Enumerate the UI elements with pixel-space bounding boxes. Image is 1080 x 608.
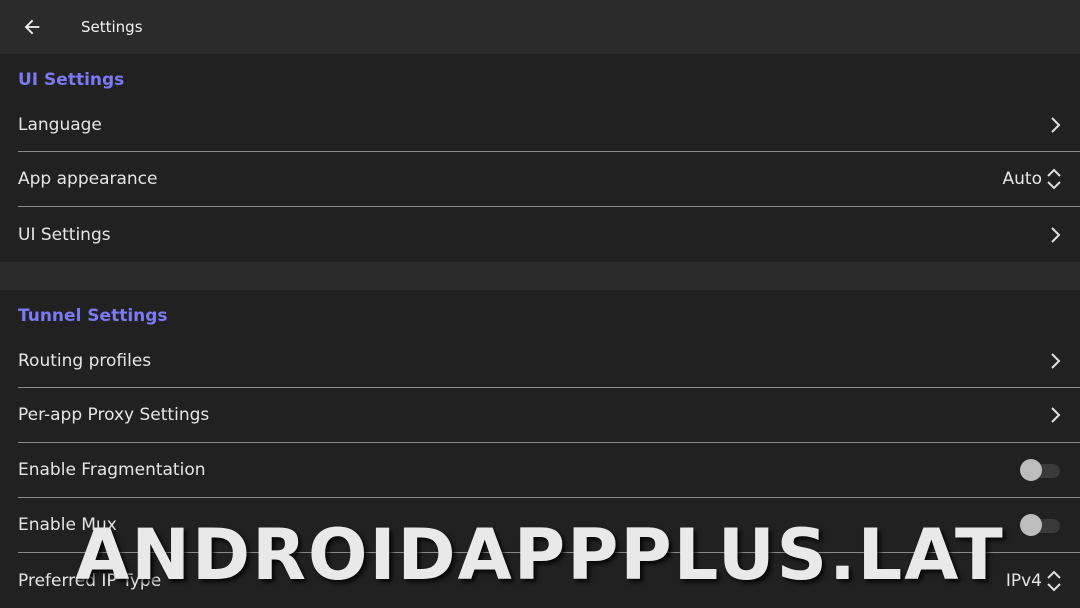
tunnel-settings-section: Tunnel Settings Routing profiles Per-app… bbox=[0, 290, 1080, 608]
chevron-up-down-icon bbox=[1047, 168, 1061, 190]
settings-screen: Settings UI Settings Language App appear… bbox=[0, 0, 1080, 608]
back-button[interactable] bbox=[0, 0, 64, 54]
setting-preferred-ip-type[interactable]: Preferred IP Type IPv4 bbox=[18, 553, 1080, 608]
chevron-up-down-icon bbox=[1047, 570, 1061, 591]
setting-value: Auto bbox=[1002, 169, 1042, 189]
setting-label: UI Settings bbox=[18, 224, 111, 245]
fragmentation-toggle[interactable] bbox=[1020, 459, 1062, 481]
chevron-right-icon bbox=[1051, 407, 1061, 423]
setting-ui-settings[interactable]: UI Settings bbox=[18, 207, 1080, 262]
setting-enable-mux[interactable]: Enable Mux bbox=[18, 498, 1080, 553]
setting-label: App appearance bbox=[18, 169, 158, 189]
ui-settings-section: UI Settings Language App appearance Auto… bbox=[0, 54, 1080, 262]
setting-app-appearance[interactable]: App appearance Auto bbox=[18, 152, 1080, 207]
setting-enable-fragmentation[interactable]: Enable Fragmentation bbox=[18, 443, 1080, 498]
toggle-thumb bbox=[1020, 459, 1042, 481]
setting-label: Enable Fragmentation bbox=[18, 460, 206, 480]
setting-label: Per-app Proxy Settings bbox=[18, 405, 210, 425]
setting-value: IPv4 bbox=[1005, 570, 1042, 591]
setting-label: Enable Mux bbox=[18, 515, 117, 535]
page-title: Settings bbox=[81, 18, 143, 36]
chevron-right-icon bbox=[1051, 226, 1061, 243]
arrow-left-icon bbox=[24, 19, 40, 35]
chevron-right-icon bbox=[1051, 116, 1061, 133]
top-app-bar: Settings bbox=[0, 0, 1080, 54]
mux-toggle[interactable] bbox=[1020, 514, 1062, 536]
setting-label: Preferred IP Type bbox=[18, 570, 162, 591]
toggle-thumb bbox=[1020, 514, 1042, 536]
section-divider bbox=[0, 262, 1080, 290]
setting-per-app-proxy[interactable]: Per-app Proxy Settings bbox=[18, 388, 1080, 443]
section-header-tunnel: Tunnel Settings bbox=[18, 306, 168, 326]
setting-language[interactable]: Language bbox=[18, 98, 1080, 152]
chevron-right-icon bbox=[1051, 352, 1061, 369]
setting-label: Routing profiles bbox=[18, 350, 152, 371]
setting-label: Language bbox=[18, 114, 102, 135]
setting-routing-profiles[interactable]: Routing profiles bbox=[18, 334, 1080, 388]
section-header-ui: UI Settings bbox=[18, 70, 125, 90]
